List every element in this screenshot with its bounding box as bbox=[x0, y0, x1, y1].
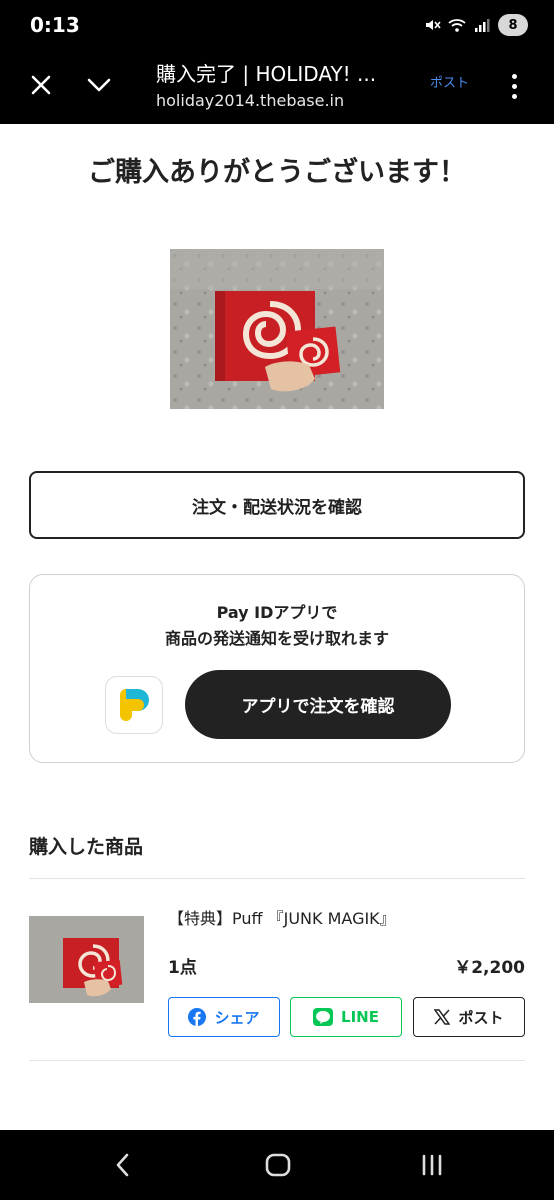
divider bbox=[29, 1060, 525, 1061]
open-app-button[interactable]: アプリで注文を確認 bbox=[185, 670, 451, 739]
close-icon[interactable] bbox=[22, 66, 60, 104]
thank-you-heading: ご購入ありがとうございます！ bbox=[88, 157, 466, 188]
status-bar: 0:13 8 bbox=[0, 0, 554, 52]
mute-icon bbox=[426, 20, 441, 30]
recent-apps-icon[interactable] bbox=[418, 1150, 446, 1180]
wifi-icon bbox=[448, 19, 466, 32]
divider bbox=[29, 878, 525, 879]
x-post-button[interactable]: ポスト bbox=[413, 997, 525, 1037]
payid-text-line1: Pay IDアプリで bbox=[216, 603, 338, 622]
product-price: ￥2,200 bbox=[454, 958, 525, 978]
post-link[interactable]: ポスト bbox=[430, 72, 469, 91]
facebook-share-button[interactable]: シェア bbox=[168, 997, 280, 1037]
home-icon[interactable] bbox=[264, 1150, 292, 1180]
browser-toolbar: 購入完了 | HOLIDAY! ... holiday2014.thebase.… bbox=[0, 52, 554, 124]
product-name[interactable]: 【特典】Puff 『JUNK MAGIK』 bbox=[168, 905, 396, 929]
more-vert-icon[interactable] bbox=[502, 66, 526, 106]
facebook-icon bbox=[188, 1008, 207, 1026]
status-time: 0:13 bbox=[30, 13, 80, 37]
facebook-share-label: シェア bbox=[214, 1008, 260, 1027]
product-hero-image bbox=[170, 249, 384, 409]
payid-app-icon[interactable] bbox=[105, 676, 163, 734]
x-icon bbox=[434, 1009, 451, 1025]
product-quantity: 1点 bbox=[168, 958, 197, 978]
order-status-button[interactable]: 注文・配送状況を確認 bbox=[29, 471, 525, 539]
battery-icon: 8 bbox=[498, 14, 528, 36]
status-icons: 8 bbox=[423, 14, 528, 36]
line-share-button[interactable]: LINE bbox=[290, 997, 402, 1037]
back-icon[interactable] bbox=[110, 1150, 138, 1180]
system-nav-bar bbox=[0, 1130, 554, 1200]
signal-icon bbox=[475, 19, 490, 32]
line-share-label: LINE bbox=[341, 1008, 379, 1026]
chevron-down-icon[interactable] bbox=[80, 66, 118, 104]
payid-card: Pay IDアプリで 商品の発送通知を受け取れます アプリで注文を確認 bbox=[29, 574, 525, 763]
page-url[interactable]: holiday2014.thebase.in bbox=[156, 91, 344, 110]
page-title: 購入完了 | HOLIDAY! ... bbox=[156, 62, 377, 86]
product-thumbnail[interactable] bbox=[29, 916, 144, 1003]
purchased-section-title: 購入した商品 bbox=[29, 836, 144, 858]
payid-text-line2: 商品の発送通知を受け取れます bbox=[164, 629, 389, 648]
line-icon bbox=[313, 1008, 334, 1026]
x-post-label: ポスト bbox=[458, 1008, 504, 1027]
